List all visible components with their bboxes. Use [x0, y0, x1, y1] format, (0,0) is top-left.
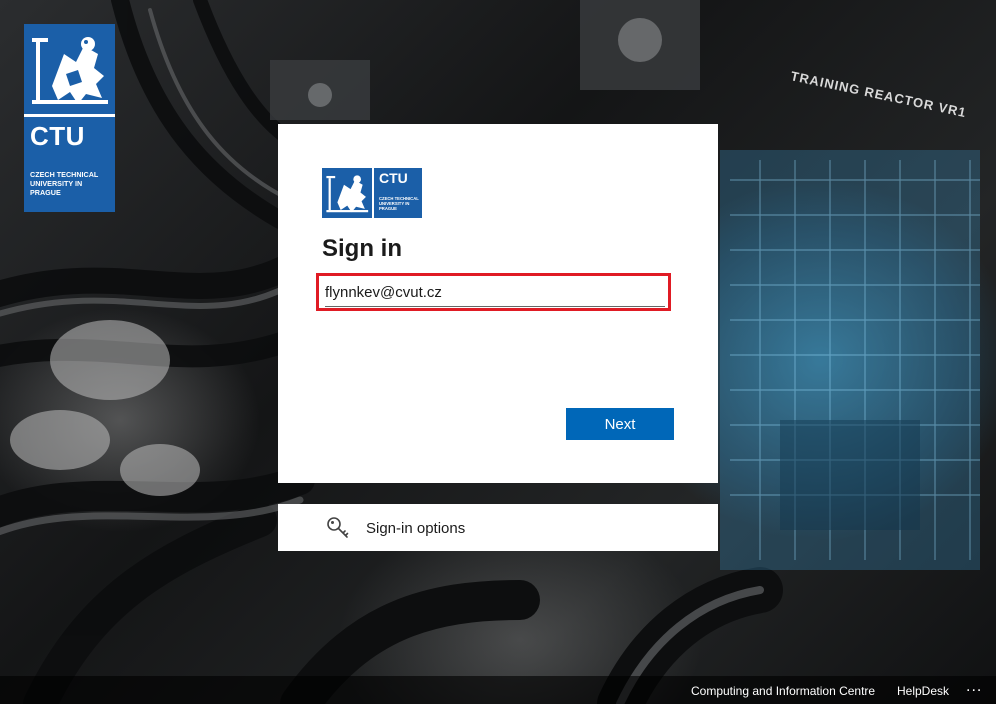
training-reactor-sign: TRAINING REACTOR VR1 — [789, 68, 968, 120]
sign-in-options-button[interactable]: Sign-in options — [278, 504, 718, 551]
ctu-lion-emblem — [24, 24, 115, 114]
brand-acronym: CTU — [30, 121, 85, 151]
footer: Computing and Information Centre HelpDes… — [0, 676, 996, 704]
more-options-icon[interactable]: ... — [966, 678, 982, 696]
sign-in-card: CTU CZECH TECHNICAL UNIVERSITY IN PRAGUE… — [278, 124, 718, 483]
key-icon — [326, 516, 350, 545]
card-logo-acronym: CTU — [379, 170, 408, 186]
ctu-logo: CTU CZECH TECHNICAL UNIVERSITY IN PRAGUE — [24, 24, 115, 212]
computing-centre-link[interactable]: Computing and Information Centre — [691, 684, 875, 698]
sign-in-options-label: Sign-in options — [366, 520, 466, 537]
email-field-highlight — [316, 273, 671, 311]
card-lion-emblem — [322, 168, 372, 218]
card-wordmark: CTU CZECH TECHNICAL UNIVERSITY IN PRAGUE — [374, 168, 422, 218]
helpdesk-link[interactable]: HelpDesk — [897, 684, 949, 698]
card-ctu-logo: CTU CZECH TECHNICAL UNIVERSITY IN PRAGUE — [322, 168, 422, 218]
email-field[interactable] — [325, 278, 665, 307]
card-logo-subtitle: CZECH TECHNICAL UNIVERSITY IN PRAGUE — [379, 196, 419, 211]
page-title: Sign in — [322, 235, 402, 262]
brand-subtitle: CZECH TECHNICAL UNIVERSITY IN PRAGUE — [30, 170, 99, 197]
ctu-wordmark: CTU CZECH TECHNICAL UNIVERSITY IN PRAGUE — [24, 117, 115, 212]
next-button[interactable]: Next — [566, 408, 674, 440]
